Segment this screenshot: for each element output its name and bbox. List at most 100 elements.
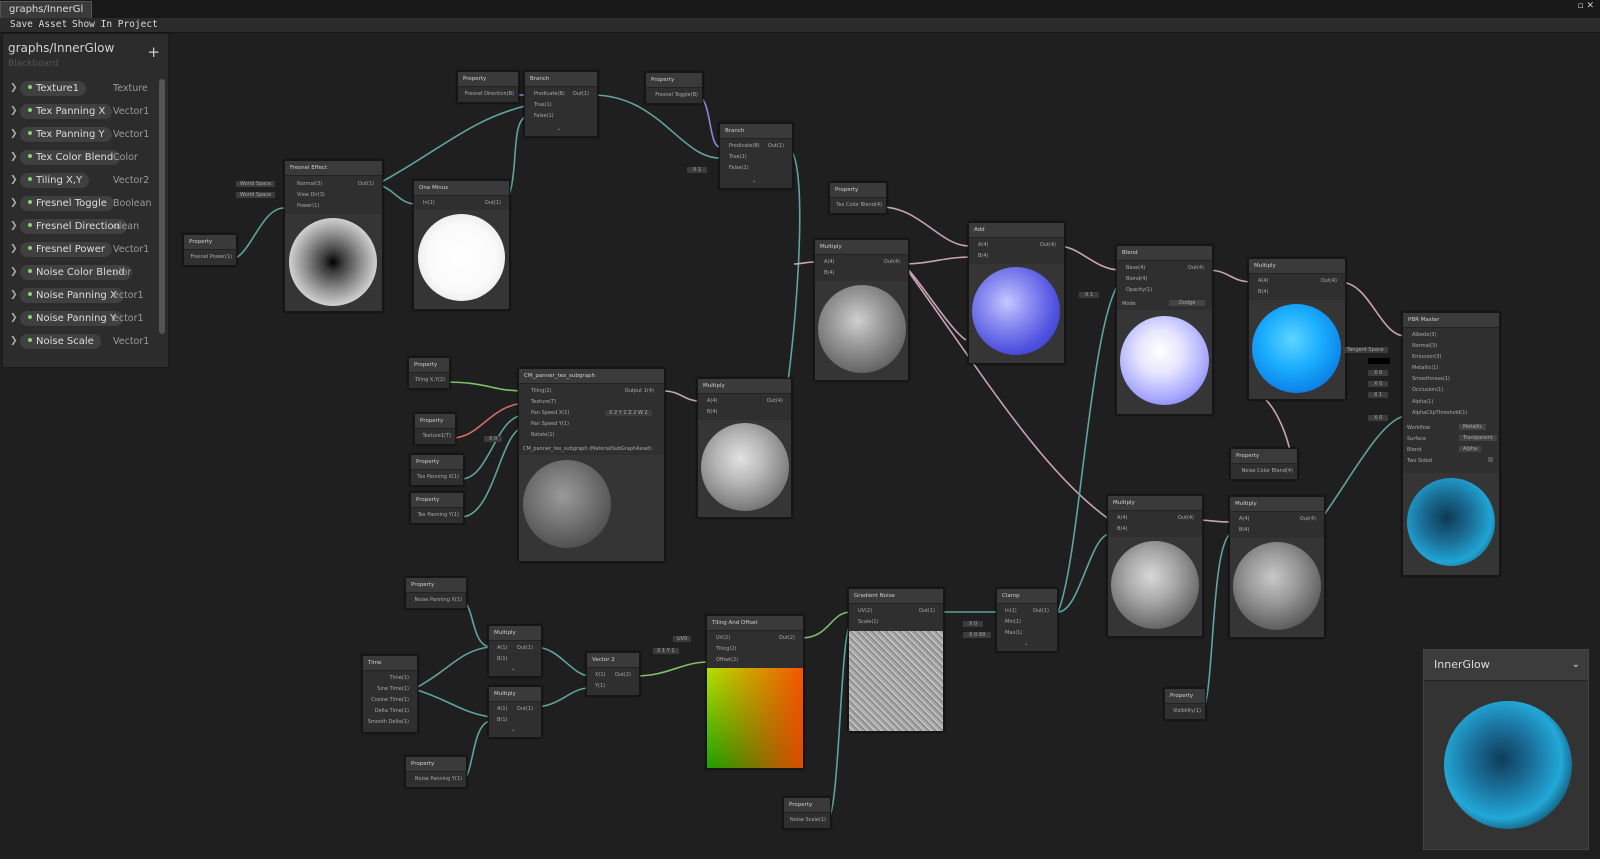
property-node-noise-scale[interactable]: Property Noise Scale(1) bbox=[783, 797, 831, 829]
property-node-tex-color-blend[interactable]: Property Tex Color Blend(4) bbox=[829, 182, 887, 214]
property-pill[interactable]: Noise Panning X bbox=[20, 288, 124, 303]
view-space-field[interactable]: World Space bbox=[236, 192, 276, 198]
subgraph-asset-field[interactable]: CM_panner_tex_subgraph (MaterialSubGraph… bbox=[523, 446, 652, 452]
blackboard-property[interactable]: ❯ Noise Scale Vector1 bbox=[3, 331, 163, 354]
input-port[interactable]: AlphaClipThreshold(1) bbox=[1412, 410, 1467, 416]
collapse-chevron-icon[interactable]: ⌄ bbox=[557, 126, 561, 132]
emission-color-swatch[interactable] bbox=[1368, 358, 1390, 364]
expand-arrow-icon[interactable]: ❯ bbox=[10, 106, 18, 116]
input-port[interactable]: Opacity(1) bbox=[1126, 287, 1152, 293]
input-port[interactable]: B(4) bbox=[1117, 526, 1128, 532]
multiply-node[interactable]: Multiply A(4) B(4) Out(4) bbox=[814, 239, 909, 381]
one-minus-node[interactable]: One Minus In(1) Out(1) bbox=[413, 180, 510, 310]
output-port[interactable]: Tex Panning X(1) bbox=[417, 474, 459, 480]
output-port[interactable]: Out(4) bbox=[1040, 242, 1056, 248]
input-port[interactable]: Tiling(2) bbox=[531, 388, 552, 394]
input-port[interactable]: Rotate(1) bbox=[531, 432, 554, 438]
property-node-fresnel-direction[interactable]: Property Fresnel Direction(B) bbox=[457, 71, 519, 103]
input-port[interactable]: B(1) bbox=[497, 656, 508, 662]
input-port[interactable]: In(1) bbox=[1005, 608, 1017, 614]
output-port[interactable]: Fresnel Toggle(B) bbox=[655, 92, 698, 98]
property-pill[interactable]: Noise Panning Y bbox=[20, 311, 124, 326]
input-port[interactable]: Y(1) bbox=[595, 683, 605, 689]
input-port[interactable]: Normal(3) bbox=[297, 181, 322, 187]
blackboard-property[interactable]: ❯ Noise Panning Xector1 bbox=[3, 285, 163, 308]
output-port[interactable]: Output 1(4) bbox=[625, 388, 654, 394]
input-port[interactable]: A(1) bbox=[497, 706, 508, 712]
input-port[interactable]: UV(2) bbox=[716, 635, 730, 641]
input-port[interactable]: Predicate(B) bbox=[729, 143, 760, 149]
input-port[interactable]: View Dir(3) bbox=[297, 192, 325, 198]
min-value-field[interactable]: X 0 bbox=[963, 621, 984, 627]
input-port[interactable]: Pan Speed X(1) bbox=[531, 410, 569, 416]
input-port[interactable]: B(4) bbox=[1258, 289, 1269, 295]
output-port[interactable]: Out(1) bbox=[573, 91, 589, 97]
output-port[interactable]: Fresnel Power(1) bbox=[190, 254, 232, 260]
input-port[interactable]: Metallic(1) bbox=[1412, 365, 1438, 371]
expand-arrow-icon[interactable]: ❯ bbox=[10, 152, 18, 162]
pbr-master-node[interactable]: PBR Master Albedo(3) Normal(3) Emission(… bbox=[1402, 312, 1500, 576]
input-port[interactable]: Power(1) bbox=[297, 203, 319, 209]
chevron-down-icon[interactable]: ⌄ bbox=[1572, 650, 1580, 680]
false-value-field[interactable]: X 1 bbox=[687, 167, 708, 173]
output-port[interactable]: Out(4) bbox=[1321, 278, 1337, 284]
vector2-node[interactable]: Vector 2 X(1) Y(1) Out(2) bbox=[586, 652, 640, 696]
multiply-node[interactable]: Multiply A(4) B(4) Out(4) bbox=[1107, 495, 1203, 637]
gradient-noise-node[interactable]: Gradient Noise UV(2) Scale(1) Out(1) bbox=[848, 588, 944, 732]
multiply-node[interactable]: Multiply A(1) B(1) Out(1) ⌄ bbox=[488, 625, 542, 677]
property-node-tex-panning-y[interactable]: Property Tex Panning Y(1) bbox=[410, 492, 464, 524]
input-port[interactable]: A(4) bbox=[1239, 516, 1250, 522]
expand-arrow-icon[interactable]: ❯ bbox=[10, 336, 18, 346]
input-port[interactable]: A(4) bbox=[1117, 515, 1128, 521]
blackboard-property[interactable]: ❯ Tex Color Blend Color bbox=[3, 147, 163, 170]
add-property-button[interactable]: + bbox=[147, 45, 160, 60]
time-node[interactable]: Time Time(1) Sine Time(1) Cosine Time(1)… bbox=[362, 655, 418, 733]
property-node-tiling[interactable]: Property Tiling X,Y(2) bbox=[408, 357, 450, 389]
input-port[interactable]: Offset(2) bbox=[716, 657, 738, 663]
output-port[interactable]: Noise Color Blend(4) bbox=[1242, 468, 1293, 474]
input-port[interactable]: Scale(1) bbox=[858, 619, 879, 625]
collapse-chevron-icon[interactable]: ⌄ bbox=[511, 727, 515, 733]
input-port[interactable]: B(4) bbox=[824, 270, 835, 276]
property-pill[interactable]: Texture1 bbox=[20, 81, 86, 96]
property-pill[interactable]: Tiling X,Y bbox=[20, 173, 90, 188]
output-port[interactable]: Delta Time(1) bbox=[375, 708, 409, 714]
property-pill[interactable]: Tex Color Blend bbox=[20, 150, 121, 165]
max-value-field[interactable]: X 0.99 bbox=[963, 632, 992, 638]
input-port[interactable]: B(4) bbox=[978, 253, 989, 259]
output-port[interactable]: Out(4) bbox=[1178, 515, 1194, 521]
output-port[interactable]: Out(1) bbox=[1033, 608, 1049, 614]
blackboard-property[interactable]: ❯ Tex Panning Y Vector1 bbox=[3, 124, 163, 147]
output-port[interactable]: Fresnel Direction(B) bbox=[465, 91, 514, 97]
output-port[interactable]: Out(1) bbox=[517, 645, 533, 651]
tiling-value-fields[interactable]: X 1 Y 1 bbox=[653, 648, 679, 654]
metallic-value-field[interactable]: X 0 bbox=[1368, 370, 1389, 376]
panner-subgraph-node[interactable]: CM_panner_tex_subgraph Tiling(2) Texture… bbox=[518, 368, 665, 562]
output-port[interactable]: Out(4) bbox=[1188, 265, 1204, 271]
expand-arrow-icon[interactable]: ❯ bbox=[10, 198, 18, 208]
multiply-node[interactable]: Multiply A(1) B(1) Out(1) ⌄ bbox=[488, 686, 542, 738]
blend-node[interactable]: Blend Base(4) Blend(4) Opacity(1) Out(4)… bbox=[1116, 245, 1213, 415]
input-port[interactable]: Alpha(1) bbox=[1412, 399, 1433, 405]
output-port[interactable]: Cosine Time(1) bbox=[371, 697, 409, 703]
input-port[interactable]: A(4) bbox=[978, 242, 989, 248]
preview-viewport[interactable] bbox=[1424, 681, 1588, 849]
collapse-chevron-icon[interactable]: ⌄ bbox=[511, 666, 515, 672]
expand-arrow-icon[interactable]: ❯ bbox=[10, 129, 18, 139]
mode-dropdown[interactable]: Dodge bbox=[1169, 300, 1206, 306]
blackboard-property[interactable]: ❯ Tiling X,Y Vector2 bbox=[3, 170, 163, 193]
input-port[interactable]: A(4) bbox=[1258, 278, 1269, 284]
blackboard-scrollbar[interactable] bbox=[159, 79, 165, 334]
output-port[interactable]: Out(1) bbox=[358, 181, 374, 187]
input-port[interactable]: B(4) bbox=[707, 409, 718, 415]
property-node-noise-panning-x[interactable]: Property Noise Panning X(1) bbox=[405, 577, 467, 609]
alpha-clip-value-field[interactable]: X 0 bbox=[1368, 415, 1389, 421]
input-port[interactable]: Tiling(2) bbox=[716, 646, 737, 652]
uv-channel-field[interactable]: UV0 bbox=[673, 636, 692, 642]
input-port[interactable]: Normal(3) bbox=[1412, 343, 1437, 349]
output-port[interactable]: Tex Color Blend(4) bbox=[836, 202, 882, 208]
expand-arrow-icon[interactable]: ❯ bbox=[10, 221, 18, 231]
multiply-node[interactable]: Multiply A(4) B(4) Out(4) bbox=[1248, 258, 1346, 400]
input-port[interactable]: A(4) bbox=[707, 398, 718, 404]
output-port[interactable]: Time(1) bbox=[390, 675, 409, 681]
